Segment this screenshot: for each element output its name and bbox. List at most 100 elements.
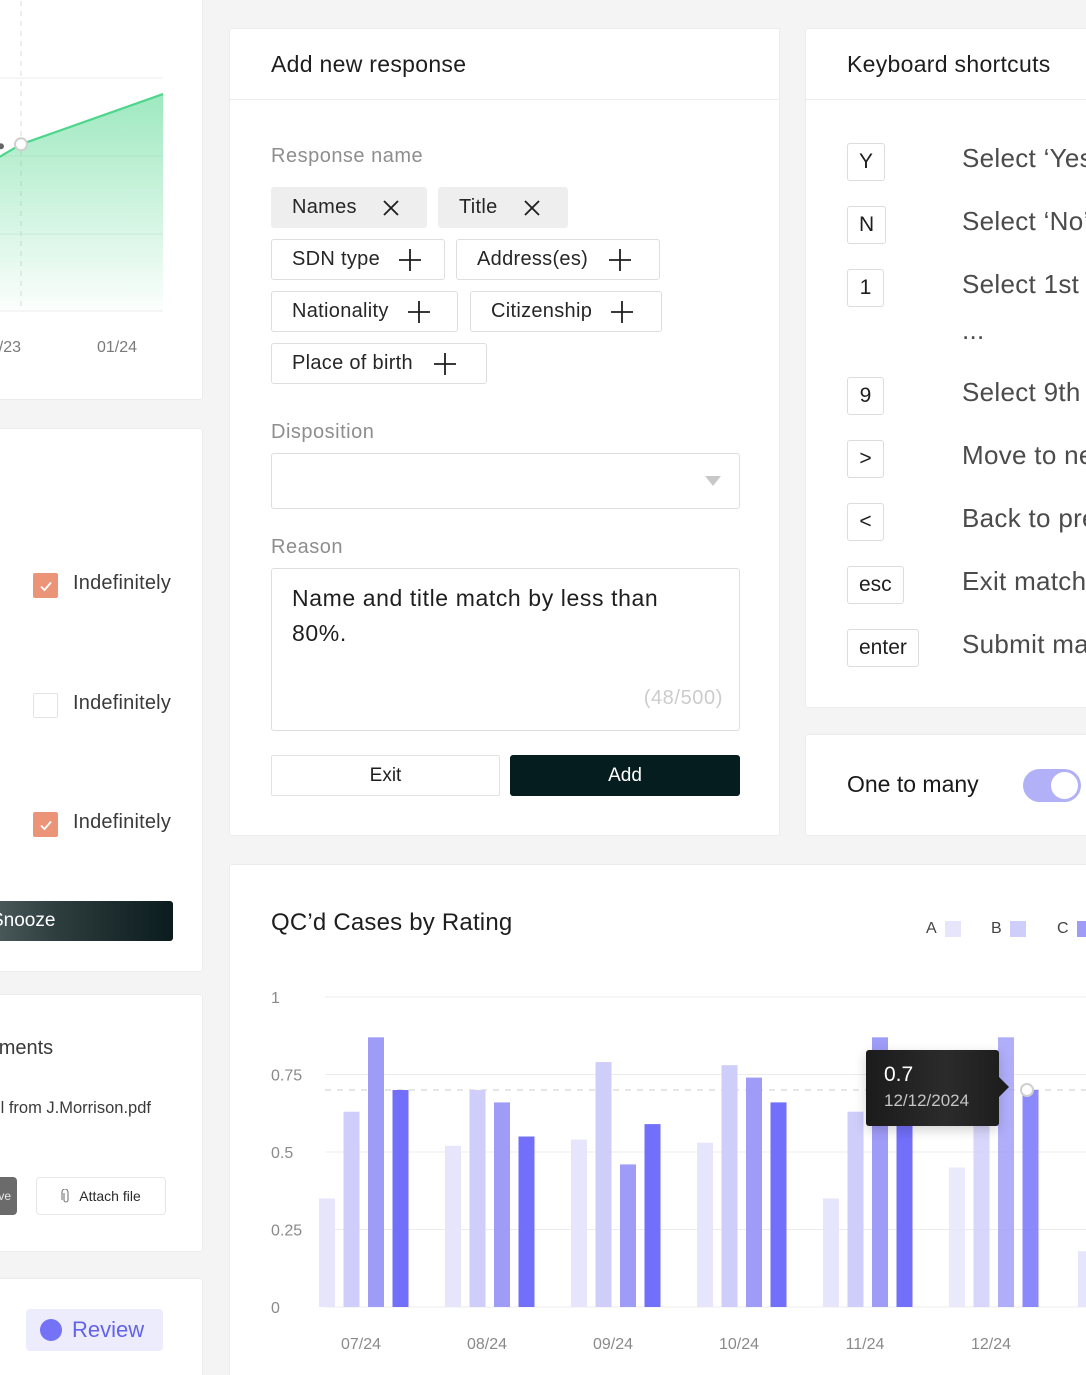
disposition-select[interactable] [271, 453, 740, 509]
save-button-label: Save [0, 1189, 11, 1203]
plus-icon[interactable] [433, 352, 457, 376]
chip-names[interactable]: Names [271, 187, 427, 228]
snooze-row: Indefinitely [0, 677, 202, 733]
plus-icon[interactable] [608, 248, 632, 272]
one-to-many-card: One to many [805, 734, 1086, 836]
chip-nationality[interactable]: Nationality [271, 291, 458, 332]
attachments-card: Attachments Email from J.Morrison.pdf Sa… [0, 994, 203, 1252]
bar-b-08-24[interactable] [469, 1090, 486, 1307]
reason-char-counter: (48/500) [643, 687, 723, 709]
attach-file-button[interactable]: Attach file [36, 1177, 166, 1215]
highlight-point[interactable] [1020, 1083, 1034, 1097]
chip-citizenship[interactable]: Citizenship [470, 291, 662, 332]
bar-d-12-24[interactable] [1022, 1090, 1039, 1307]
bar-c-07-24[interactable] [368, 1037, 384, 1307]
shortcut-key: > [847, 440, 884, 478]
shortcut-description: Select 1st [962, 269, 1080, 299]
y-tick-label: 0 [271, 1300, 280, 1317]
bar-c-08-24[interactable] [494, 1102, 510, 1307]
chip-place-of-birth[interactable]: Place of birth [271, 343, 487, 384]
y-tick-label: 0.75 [271, 1068, 302, 1085]
indefinitely-checkbox[interactable] [33, 812, 58, 837]
snooze-row: Indefinitely [0, 557, 202, 613]
snooze-row: Indefinitely [0, 796, 202, 852]
bar-a-09-24[interactable] [571, 1139, 587, 1307]
y-tick-label: 1 [271, 990, 280, 1007]
review-status-badge[interactable]: Review [26, 1309, 163, 1351]
x-tick-label: 09/24 [593, 1336, 633, 1353]
bar-b-10-24[interactable] [721, 1065, 738, 1307]
chip-sdn-type[interactable]: SDN type [271, 239, 445, 280]
keyboard-shortcuts-card: Keyboard shortcuts Y Select ‘Yes’ N Select … [805, 28, 1086, 708]
plus-icon[interactable] [610, 300, 634, 324]
bar-d-07-24[interactable] [392, 1090, 409, 1307]
chip-label: Place of birth [292, 352, 413, 374]
review-card: Review [0, 1278, 203, 1375]
bar-a-08-24[interactable] [445, 1145, 461, 1307]
indefinitely-checkbox[interactable] [33, 573, 58, 598]
status-dot-icon [40, 1319, 62, 1341]
bar-c-10-24[interactable] [746, 1077, 762, 1307]
check-icon [39, 581, 52, 591]
plus-icon[interactable] [407, 300, 431, 324]
one-to-many-toggle[interactable] [1023, 769, 1081, 802]
shortcut-key: Y [847, 143, 886, 181]
legend-swatch [944, 921, 961, 937]
snooze-button[interactable]: Snooze [0, 901, 173, 941]
shortcut-key: N [847, 206, 887, 244]
chip-title[interactable]: Title [438, 187, 568, 228]
close-icon[interactable] [379, 196, 403, 220]
shortcut-description: Back to previous [962, 503, 1086, 533]
chip-label: Names [292, 196, 357, 218]
shortcut-description: Submit match [962, 629, 1086, 659]
y-tick-label: 0.5 [271, 1145, 293, 1162]
trend-highlight-point[interactable] [14, 137, 28, 152]
attachment-file-link[interactable]: Email from J.Morrison.pdf [0, 1099, 151, 1118]
chip-addresses[interactable]: Address(es) [456, 239, 660, 280]
plus-icon[interactable] [398, 248, 422, 272]
chip-label: Nationality [292, 300, 389, 322]
trend-area [0, 94, 163, 311]
legend-item-a[interactable]: A [926, 920, 961, 938]
tooltip-date: 12/12/2024 [884, 1091, 970, 1110]
bar-a-12-24[interactable] [949, 1167, 965, 1308]
bar-b-09-24[interactable] [595, 1062, 612, 1307]
bar-a-11-24[interactable] [823, 1198, 839, 1308]
indefinitely-label: Indefinitely [73, 811, 172, 833]
bar-b-11-24[interactable] [847, 1111, 864, 1307]
reason-textarea[interactable]: Name and title match by less than 80%. (… [271, 568, 740, 731]
trend-point [0, 143, 4, 150]
bar-b-07-24[interactable] [343, 1111, 360, 1307]
shortcut-key: 1 [847, 269, 884, 307]
chevron-down-icon [705, 476, 721, 486]
x-tick-label: 12/24 [971, 1336, 1011, 1353]
reason-value: Name and title match by less than 80%. [292, 585, 659, 646]
reason-label: Reason [271, 536, 343, 558]
bar-d-09-24[interactable] [644, 1124, 661, 1307]
one-to-many-label: One to many [847, 771, 979, 797]
bar-d-08-24[interactable] [518, 1136, 535, 1308]
bar-b-12-24[interactable] [973, 1102, 990, 1307]
shortcut-ellipsis: ... [962, 315, 985, 345]
add-response-card: Add new response Response name Names Tit… [229, 28, 780, 836]
add-response-title: Add new response [230, 29, 779, 100]
shortcut-key: esc [847, 566, 904, 604]
add-button[interactable]: Add [510, 755, 740, 796]
disposition-label: Disposition [271, 421, 375, 443]
save-button[interactable]: Save [0, 1177, 17, 1215]
bar-a-07-24[interactable] [319, 1198, 335, 1308]
tooltip-value: 0.7 [884, 1063, 914, 1086]
bar-c-09-24[interactable] [620, 1164, 636, 1307]
chip-label: Citizenship [491, 300, 593, 322]
bar-a-10-24[interactable] [697, 1142, 713, 1307]
legend-item-b[interactable]: B [991, 920, 1026, 938]
close-icon[interactable] [520, 196, 544, 220]
shortcut-description: Move to next [962, 440, 1086, 470]
shortcut-description: Select 9th [962, 377, 1081, 407]
bar-d-11-24[interactable] [896, 1102, 913, 1307]
bar-d-10-24[interactable] [770, 1102, 787, 1307]
legend-item-c[interactable]: C [1057, 920, 1086, 938]
shortcut-description: Select ‘No’ [962, 206, 1086, 236]
exit-button[interactable]: Exit [271, 755, 500, 796]
indefinitely-checkbox[interactable] [33, 693, 58, 718]
